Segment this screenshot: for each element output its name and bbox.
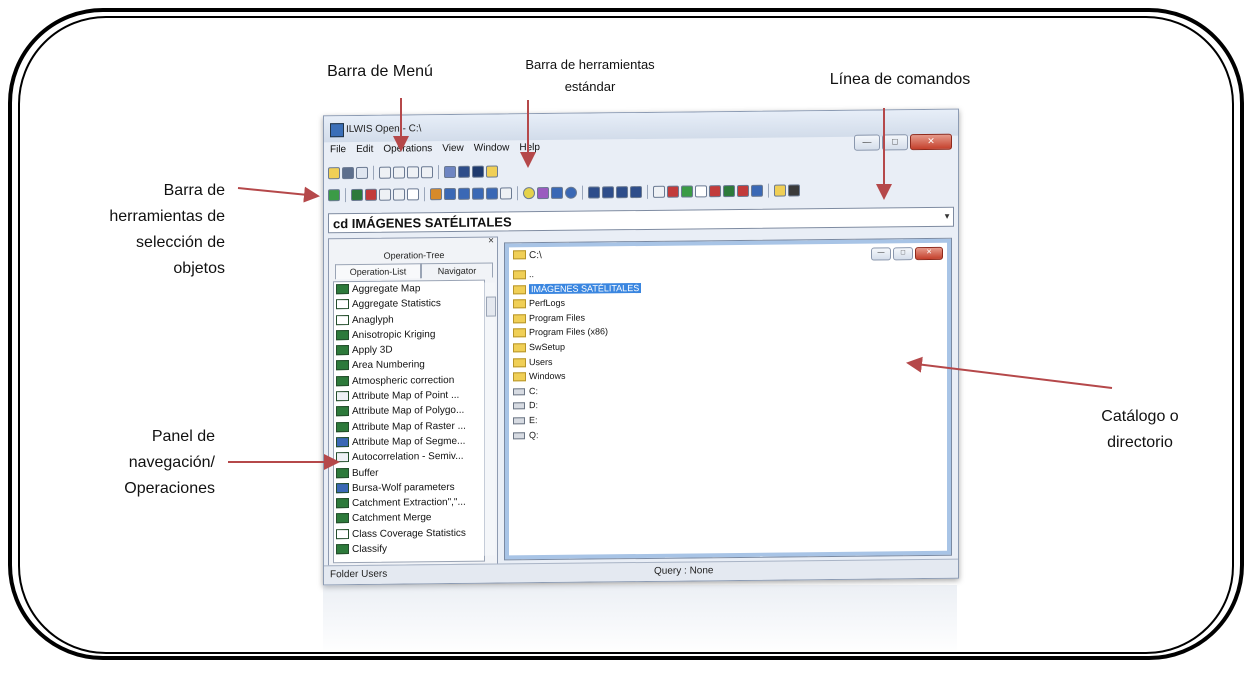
arrow-catalog: [906, 356, 1113, 389]
annotation-arrows: [228, 98, 1113, 470]
arrow-object-toolbar: [237, 186, 320, 203]
